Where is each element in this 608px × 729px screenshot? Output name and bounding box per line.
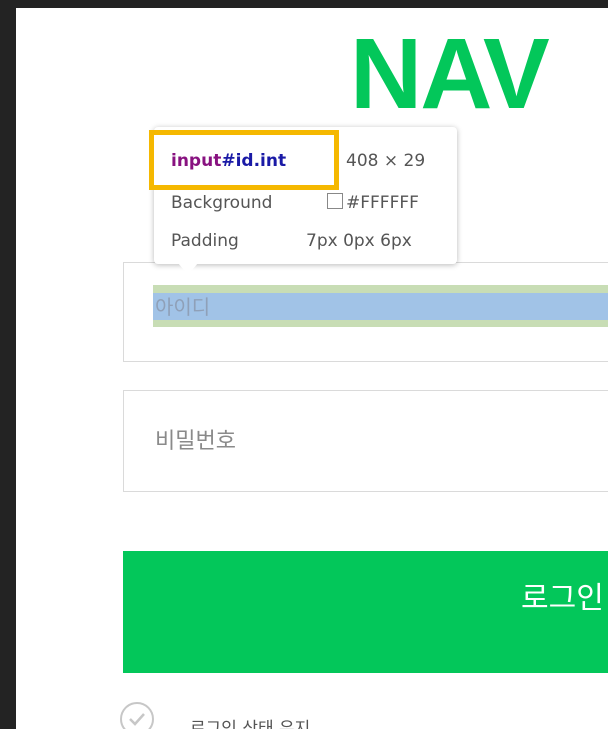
naver-logo[interactable]: NAV	[350, 24, 550, 124]
devtools-inspector-tooltip: input#id.int 408 × 29 Background #FFFFFF…	[149, 127, 457, 264]
color-swatch-icon	[327, 193, 343, 209]
background-value-wrap: #FFFFFF	[327, 193, 419, 213]
tooltip-arrow	[178, 263, 198, 275]
background-label: Background	[171, 193, 273, 213]
background-value: #FFFFFF	[346, 193, 419, 213]
id-input[interactable]	[155, 293, 608, 320]
keep-login-label: 로그인 상태 유지	[190, 719, 311, 729]
login-page: NAV 로그인 로그인 상태 유지 input#id.int 408 × 29 …	[16, 8, 608, 729]
login-button[interactable]: 로그인	[123, 551, 608, 673]
element-selector: input#id.int	[171, 151, 286, 171]
element-size: 408 × 29	[346, 151, 426, 171]
padding-value: 7px 0px 6px	[306, 231, 412, 251]
selector-id-class: #id.int	[221, 151, 287, 171]
password-input[interactable]	[155, 426, 608, 456]
check-circle-icon[interactable]	[120, 702, 154, 729]
login-button-label: 로그인	[521, 581, 604, 616]
padding-label: Padding	[171, 231, 239, 251]
selector-tag: input	[171, 151, 222, 171]
